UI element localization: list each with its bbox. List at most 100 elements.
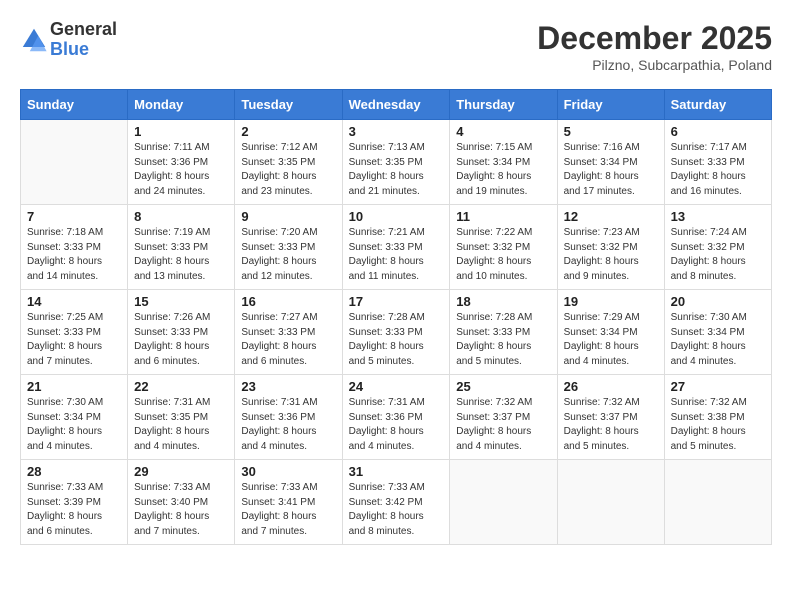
day-info: Sunrise: 7:33 AM Sunset: 3:42 PM Dayligh… <box>349 481 444 539</box>
day-cell: 27Sunrise: 7:32 AM Sunset: 3:38 PM Dayli… <box>664 375 771 460</box>
day-number: 4 <box>456 124 550 139</box>
logo: General Blue <box>20 20 117 60</box>
day-info: Sunrise: 7:15 AM Sunset: 3:34 PM Dayligh… <box>456 141 550 199</box>
day-info: Sunrise: 7:23 AM Sunset: 3:32 PM Dayligh… <box>564 226 658 284</box>
day-number: 23 <box>241 379 335 394</box>
day-cell: 18 Sunrise: 7:28 AM Sunset: 3:33 PM Dayli… <box>450 290 557 375</box>
day-info: Sunrise: 7:24 AM Sunset: 3:32 PM Dayligh… <box>671 226 765 284</box>
day-number: 17 <box>349 294 444 309</box>
day-number: 11 <box>456 209 550 224</box>
week-row-4: 21 Sunrise: 7:30 AM Sunset: 3:34 PM Dayli… <box>21 375 772 460</box>
day-number: 28 <box>27 464 121 479</box>
day-number: 8 <box>134 209 228 224</box>
day-cell: 29 Sunrise: 7:33 AM Sunset: 3:40 PM Dayli… <box>128 460 235 545</box>
day-info: Sunrise: 7:31 AM Sunset: 3:36 PM Dayligh… <box>349 396 444 454</box>
day-number: 5 <box>564 124 658 139</box>
logo-icon <box>20 26 48 54</box>
day-number: 19 <box>564 294 658 309</box>
logo-general-text: General <box>50 20 117 40</box>
day-number: 30 <box>241 464 335 479</box>
day-info: Sunrise: 7:33 AM Sunset: 3:40 PM Dayligh… <box>134 481 228 539</box>
day-number: 25 <box>456 379 550 394</box>
day-info: Sunrise: 7:31 AM Sunset: 3:36 PM Dayligh… <box>241 396 335 454</box>
day-cell: 19 Sunrise: 7:29 AM Sunset: 3:34 PM Dayli… <box>557 290 664 375</box>
day-cell: 8 Sunrise: 7:19 AM Sunset: 3:33 PM Daylig… <box>128 205 235 290</box>
header-day-tuesday: Tuesday <box>235 90 342 120</box>
day-cell: 5Sunrise: 7:16 AM Sunset: 3:34 PM Daylig… <box>557 120 664 205</box>
day-info: Sunrise: 7:20 AM Sunset: 3:33 PM Dayligh… <box>241 226 335 284</box>
day-info: Sunrise: 7:29 AM Sunset: 3:34 PM Dayligh… <box>564 311 658 369</box>
day-info: Sunrise: 7:28 AM Sunset: 3:33 PM Dayligh… <box>456 311 550 369</box>
day-number: 26 <box>564 379 658 394</box>
day-cell <box>664 460 771 545</box>
day-info: Sunrise: 7:27 AM Sunset: 3:33 PM Dayligh… <box>241 311 335 369</box>
day-number: 20 <box>671 294 765 309</box>
day-number: 22 <box>134 379 228 394</box>
day-number: 15 <box>134 294 228 309</box>
day-cell: 13 Sunrise: 7:24 AM Sunset: 3:32 PM Dayli… <box>664 205 771 290</box>
day-info: Sunrise: 7:19 AM Sunset: 3:33 PM Dayligh… <box>134 226 228 284</box>
day-number: 24 <box>349 379 444 394</box>
day-cell <box>557 460 664 545</box>
day-number: 3 <box>349 124 444 139</box>
day-cell: 26 Sunrise: 7:32 AM Sunset: 3:37 PM Dayli… <box>557 375 664 460</box>
header-day-friday: Friday <box>557 90 664 120</box>
day-info: Sunrise: 7:32 AM Sunset: 3:37 PM Dayligh… <box>456 396 550 454</box>
day-number: 16 <box>241 294 335 309</box>
day-info: Sunrise: 7:18 AM Sunset: 3:33 PM Dayligh… <box>27 226 121 284</box>
day-number: 13 <box>671 209 765 224</box>
day-cell: 17Sunrise: 7:28 AM Sunset: 3:33 PM Dayli… <box>342 290 450 375</box>
day-number: 29 <box>134 464 228 479</box>
day-number: 31 <box>349 464 444 479</box>
day-number: 12 <box>564 209 658 224</box>
header-day-wednesday: Wednesday <box>342 90 450 120</box>
day-number: 14 <box>27 294 121 309</box>
day-cell: 6 Sunrise: 7:17 AM Sunset: 3:33 PM Daylig… <box>664 120 771 205</box>
day-cell: 15Sunrise: 7:26 AM Sunset: 3:33 PM Dayli… <box>128 290 235 375</box>
day-cell: 10Sunrise: 7:21 AM Sunset: 3:33 PM Dayli… <box>342 205 450 290</box>
logo-blue-text: Blue <box>50 40 117 60</box>
header-day-sunday: Sunday <box>21 90 128 120</box>
day-cell: 12 Sunrise: 7:23 AM Sunset: 3:32 PM Dayli… <box>557 205 664 290</box>
day-number: 1 <box>134 124 228 139</box>
day-cell: 9Sunrise: 7:20 AM Sunset: 3:33 PM Daylig… <box>235 205 342 290</box>
day-info: Sunrise: 7:30 AM Sunset: 3:34 PM Dayligh… <box>671 311 765 369</box>
day-cell: 4 Sunrise: 7:15 AM Sunset: 3:34 PM Daylig… <box>450 120 557 205</box>
day-info: Sunrise: 7:33 AM Sunset: 3:39 PM Dayligh… <box>27 481 121 539</box>
header-day-monday: Monday <box>128 90 235 120</box>
day-cell: 31 Sunrise: 7:33 AM Sunset: 3:42 PM Dayli… <box>342 460 450 545</box>
day-number: 18 <box>456 294 550 309</box>
day-cell: 11 Sunrise: 7:22 AM Sunset: 3:32 PM Dayli… <box>450 205 557 290</box>
day-info: Sunrise: 7:33 AM Sunset: 3:41 PM Dayligh… <box>241 481 335 539</box>
day-cell: 23 Sunrise: 7:31 AM Sunset: 3:36 PM Dayli… <box>235 375 342 460</box>
header-day-saturday: Saturday <box>664 90 771 120</box>
day-cell: 2 Sunrise: 7:12 AM Sunset: 3:35 PM Daylig… <box>235 120 342 205</box>
header-day-thursday: Thursday <box>450 90 557 120</box>
day-info: Sunrise: 7:13 AM Sunset: 3:35 PM Dayligh… <box>349 141 444 199</box>
day-number: 2 <box>241 124 335 139</box>
day-number: 6 <box>671 124 765 139</box>
month-title: December 2025 <box>537 20 772 57</box>
day-cell: 21 Sunrise: 7:30 AM Sunset: 3:34 PM Dayli… <box>21 375 128 460</box>
day-cell <box>450 460 557 545</box>
page-header: General Blue December 2025 Pilzno, Subca… <box>20 20 772 73</box>
day-info: Sunrise: 7:30 AM Sunset: 3:34 PM Dayligh… <box>27 396 121 454</box>
day-info: Sunrise: 7:32 AM Sunset: 3:37 PM Dayligh… <box>564 396 658 454</box>
day-cell: 7Sunrise: 7:18 AM Sunset: 3:33 PM Daylig… <box>21 205 128 290</box>
day-cell: 16 Sunrise: 7:27 AM Sunset: 3:33 PM Dayli… <box>235 290 342 375</box>
day-cell: 30 Sunrise: 7:33 AM Sunset: 3:41 PM Dayli… <box>235 460 342 545</box>
day-info: Sunrise: 7:12 AM Sunset: 3:35 PM Dayligh… <box>241 141 335 199</box>
calendar-header: SundayMondayTuesdayWednesdayThursdayFrid… <box>21 90 772 120</box>
day-cell: 20 Sunrise: 7:30 AM Sunset: 3:34 PM Dayli… <box>664 290 771 375</box>
day-info: Sunrise: 7:22 AM Sunset: 3:32 PM Dayligh… <box>456 226 550 284</box>
day-info: Sunrise: 7:17 AM Sunset: 3:33 PM Dayligh… <box>671 141 765 199</box>
day-info: Sunrise: 7:31 AM Sunset: 3:35 PM Dayligh… <box>134 396 228 454</box>
calendar-body: 1 Sunrise: 7:11 AM Sunset: 3:36 PM Daylig… <box>21 120 772 545</box>
day-info: Sunrise: 7:11 AM Sunset: 3:36 PM Dayligh… <box>134 141 228 199</box>
week-row-3: 14 Sunrise: 7:25 AM Sunset: 3:33 PM Dayli… <box>21 290 772 375</box>
day-number: 27 <box>671 379 765 394</box>
day-number: 21 <box>27 379 121 394</box>
location: Pilzno, Subcarpathia, Poland <box>537 57 772 73</box>
day-info: Sunrise: 7:25 AM Sunset: 3:33 PM Dayligh… <box>27 311 121 369</box>
day-cell: 28 Sunrise: 7:33 AM Sunset: 3:39 PM Dayli… <box>21 460 128 545</box>
